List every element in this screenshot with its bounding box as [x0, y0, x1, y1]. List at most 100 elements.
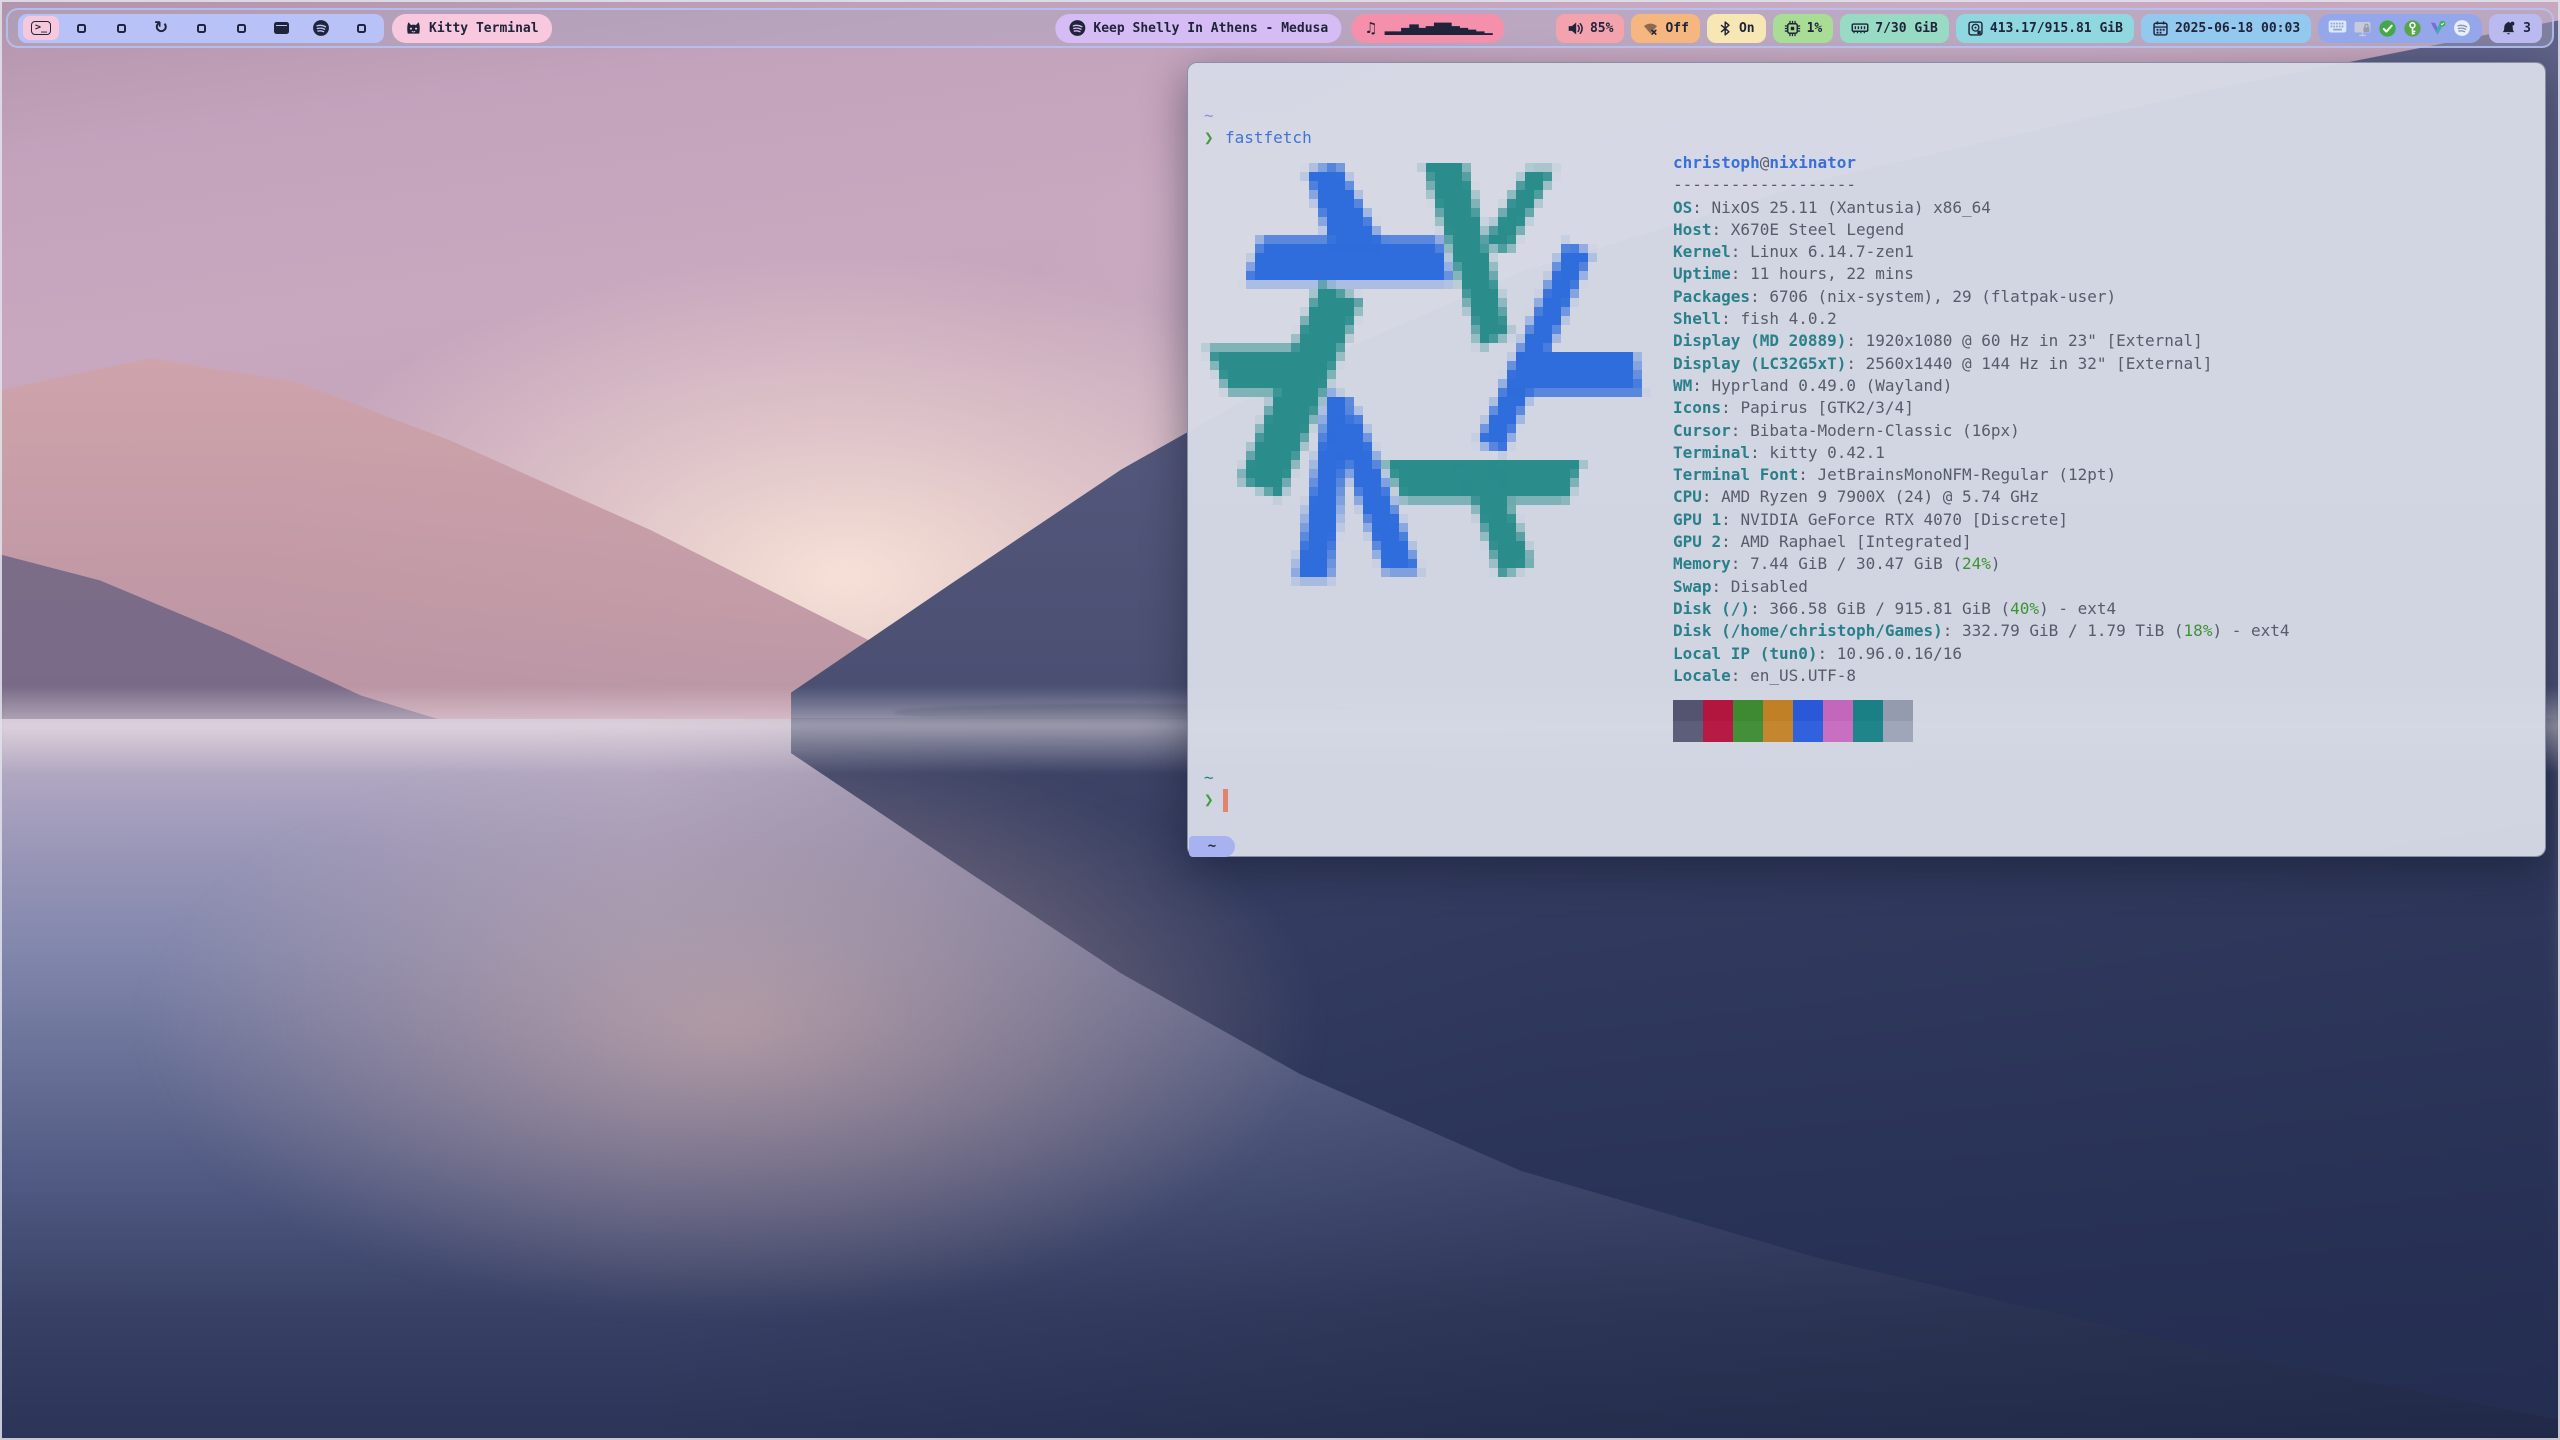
ram-icon [1851, 19, 1869, 37]
palette-swatch [1763, 721, 1793, 742]
palette-swatch [1883, 721, 1913, 742]
fastfetch-line: Local IP (tun0): 10.96.0.16/16 [1673, 643, 2290, 665]
fastfetch-line: Locale: en_US.UTF-8 [1673, 665, 2290, 687]
square-icon [117, 24, 126, 33]
screen-lock-icon[interactable] [2353, 19, 2372, 38]
restart-icon: ↻ [154, 20, 168, 37]
workspaces: >_ ↻ [18, 14, 384, 43]
palette-swatch [1853, 721, 1883, 742]
workspace-9[interactable] [341, 14, 381, 43]
fastfetch-line: GPU 2: AMD Raphael [Integrated] [1673, 531, 2290, 553]
fastfetch-line: Memory: 7.44 GiB / 30.47 GiB (24%) [1673, 553, 2290, 575]
fastfetch-line: Packages: 6706 (nix-system), 29 (flatpak… [1673, 286, 2290, 308]
cpu-module[interactable]: 1% [1773, 14, 1834, 43]
visualizer-module[interactable]: ♫ ▂▂▄▆▄▅▇▇▅▄▃▂▁ [1351, 14, 1504, 43]
workspace-4[interactable]: ↻ [141, 14, 181, 43]
workspace-2[interactable] [61, 14, 101, 43]
fastfetch-line: GPU 1: NVIDIA GeForce RTX 4070 [Discrete… [1673, 509, 2290, 531]
palette-swatch [1823, 721, 1853, 742]
fastfetch-line: Swap: Disabled [1673, 576, 2290, 598]
workspace-5[interactable] [181, 14, 221, 43]
fastfetch-line: OS: NixOS 25.11 (Xantusia) x86_64 [1673, 197, 2290, 219]
workspace-7[interactable] [261, 14, 301, 43]
fastfetch-line: ------------------- [1673, 174, 2290, 196]
spotify-icon [1068, 19, 1086, 37]
key-icon[interactable] [2403, 19, 2422, 38]
fastfetch-line: Kernel: Linux 6.14.7-zen1 [1673, 241, 2290, 263]
status-modules: 85% Off On 1% 7/30 GiB 413.17/915.81 GiB 2025-… [1556, 14, 2311, 43]
terminal-tab[interactable]: ~ [1189, 836, 1235, 857]
workspace-6[interactable] [221, 14, 261, 43]
disk-value: 413.17/915.81 GiB [1990, 21, 2123, 36]
wallpaper-reflection-glow [140, 735, 1320, 1315]
fastfetch-line: Display (LC32G5xT): 2560x1440 @ 144 Hz i… [1673, 353, 2290, 375]
volume-value: 85% [1590, 21, 1613, 36]
spotify-ws-icon [312, 19, 330, 37]
fastfetch-line: Cursor: Bibata-Modern-Classic (16px) [1673, 420, 2290, 442]
check-circle-icon[interactable] [2378, 19, 2397, 38]
window-icon [274, 22, 289, 34]
music-label: Keep Shelly In Athens - Medusa [1093, 21, 1328, 36]
workspace-8[interactable] [301, 14, 341, 43]
fastfetch-line: Display (MD 20889): 1920x1080 @ 60 Hz in… [1673, 330, 2290, 352]
fastfetch-line: Terminal Font: JetBrainsMonoNFM-Regular … [1673, 464, 2290, 486]
fastfetch-line: WM: Hyprland 0.49.0 (Wayland) [1673, 375, 2290, 397]
memory-value: 7/30 GiB [1875, 21, 1938, 36]
disk-icon [1967, 20, 1984, 37]
terminal-window[interactable]: ~ ❯ fastfetch christoph@nixinator-------… [1187, 62, 2546, 857]
square-icon [357, 24, 366, 33]
square-icon [197, 24, 206, 33]
fastfetch-line: CPU: AMD Ryzen 9 7900X (24) @ 5.74 GHz [1673, 486, 2290, 508]
system-tray [2318, 14, 2482, 43]
palette-swatch [1703, 721, 1733, 742]
notifications-module[interactable]: 3 [2489, 14, 2542, 43]
speaker-icon [1567, 20, 1584, 37]
nixos-logo [1201, 154, 1651, 586]
clock-value: 2025-06-18 00:03 [2175, 21, 2300, 36]
prompt-symbol-bottom: ❯ [1204, 789, 1214, 811]
palette-swatch [1823, 700, 1853, 721]
window-title-module[interactable]: Kitty Terminal [392, 14, 552, 43]
calendar-icon [2152, 20, 2169, 37]
palette-swatch [1793, 721, 1823, 742]
chip-icon [1784, 20, 1801, 37]
memory-module[interactable]: 7/30 GiB [1840, 14, 1949, 43]
disk-module[interactable]: 413.17/915.81 GiB [1956, 14, 2134, 43]
fastfetch-line: Host: X670E Steel Legend [1673, 219, 2290, 241]
keyboard-icon[interactable] [2328, 19, 2347, 38]
square-icon [237, 24, 246, 33]
fastfetch-line: Disk (/): 366.58 GiB / 915.81 GiB (40%) … [1673, 598, 2290, 620]
palette-row-2 [1673, 721, 1913, 742]
bluetooth-value: On [1739, 21, 1755, 36]
music-note-icon: ♫ [1364, 19, 1377, 37]
terminal-icon: >_ [31, 21, 50, 35]
fastfetch-line: Shell: fish 4.0.2 [1673, 308, 2290, 330]
network-module[interactable]: Off [1631, 14, 1699, 43]
spotify-tray-icon[interactable] [2453, 19, 2472, 38]
palette-swatch [1673, 721, 1703, 742]
shield-icon[interactable] [2428, 19, 2447, 38]
bluetooth-icon [1718, 20, 1733, 37]
workspace-1[interactable]: >_ [23, 16, 59, 40]
fastfetch-line: Icons: Papirus [GTK2/3/4] [1673, 397, 2290, 419]
visualizer-bars: ▂▂▄▆▄▅▇▇▅▄▃▂▁ [1385, 22, 1492, 34]
palette-swatch [1763, 700, 1793, 721]
bar-center: Keep Shelly In Athens - Medusa ♫ ▂▂▄▆▄▅▇… [1055, 14, 1504, 43]
volume-module[interactable]: 85% [1556, 14, 1624, 43]
clock-module[interactable]: 2025-06-18 00:03 [2141, 14, 2311, 43]
palette-swatch [1853, 700, 1883, 721]
fastfetch-line: Uptime: 11 hours, 22 mins [1673, 263, 2290, 285]
terminal-path-line-bottom: ~ [1204, 767, 1214, 789]
terminal-path-line: ~ [1204, 105, 1214, 127]
window-title-label: Kitty Terminal [429, 21, 539, 36]
palette-swatch [1793, 700, 1823, 721]
bell-icon [2500, 20, 2517, 37]
notification-count: 3 [2523, 21, 2531, 36]
cpu-value: 1% [1807, 21, 1823, 36]
music-module[interactable]: Keep Shelly In Athens - Medusa [1055, 14, 1341, 43]
fastfetch-line: christoph@nixinator [1673, 152, 2290, 174]
color-palette [1673, 700, 1913, 742]
workspace-3[interactable] [101, 14, 141, 43]
palette-swatch [1733, 721, 1763, 742]
bluetooth-module[interactable]: On [1707, 14, 1766, 43]
